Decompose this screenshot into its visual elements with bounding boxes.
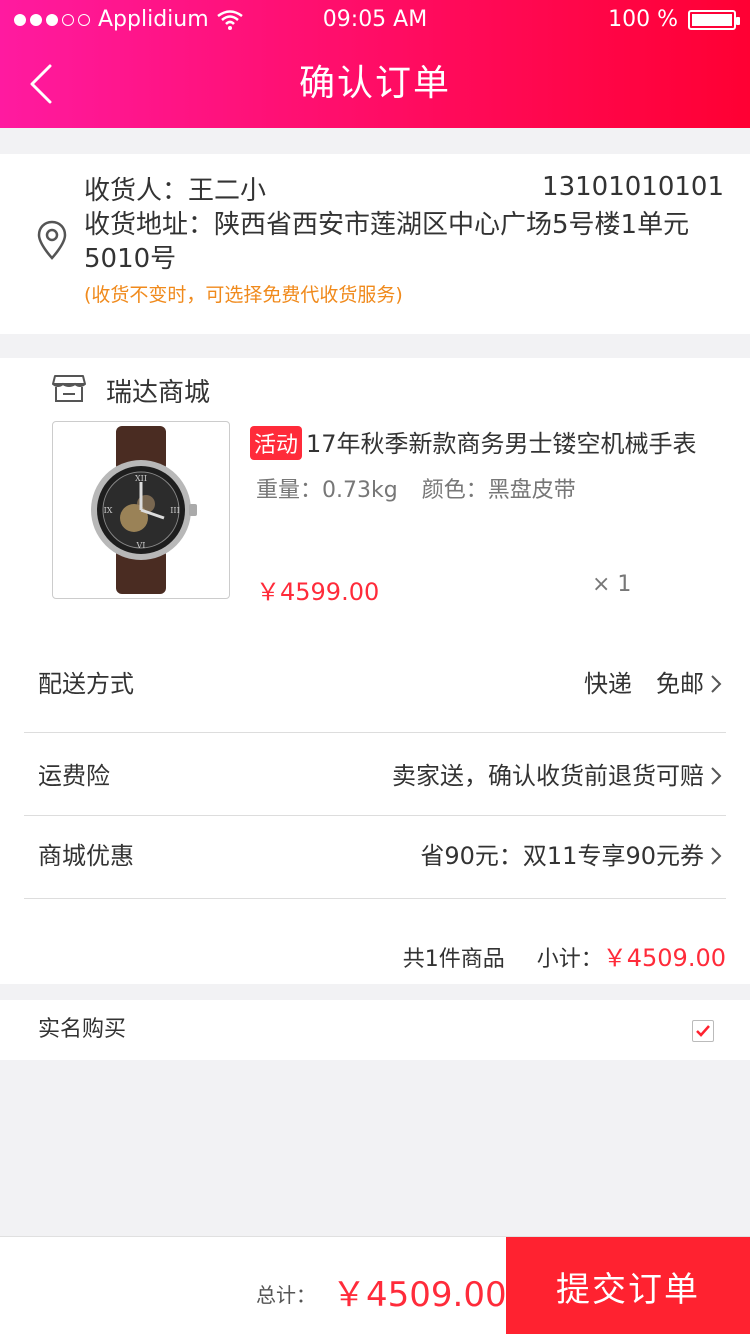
watch-icon: XII VI IX III — [91, 426, 197, 594]
discount-label: 商城优惠 — [38, 842, 134, 870]
product-color: 颜色：黑盘皮带 — [421, 478, 576, 503]
divider — [24, 898, 726, 899]
checkmark-icon — [696, 1025, 710, 1037]
row-store-discount[interactable]: 商城优惠 省90元：双11专享90元券 — [0, 826, 750, 886]
subtotal-amount: ￥4509.00 — [602, 944, 726, 972]
realname-label: 实名购买 — [38, 1017, 127, 1042]
product-price: ￥4599.00 — [256, 578, 380, 606]
delivery-value-text: 快递 免邮 — [584, 670, 704, 698]
product-quantity: × 1 — [592, 572, 632, 597]
svg-text:VI: VI — [136, 541, 146, 550]
receiver-address: 收货地址：陕西省西安市莲湖区中心广场5号楼1单元5010号 — [84, 210, 690, 274]
address-note: (收货不变时，可选择免费代收货服务) — [84, 284, 403, 306]
receiver-phone: 13101010101 — [542, 172, 724, 202]
battery-percent: 100 % — [608, 7, 678, 32]
promo-badge: 活动 — [250, 426, 303, 460]
delivery-label: 配送方式 — [38, 670, 134, 698]
total-label: 总计： — [256, 1283, 316, 1307]
product-spec: 重量：0.73kg 颜色：黑盘皮带 — [256, 472, 600, 504]
product-image[interactable]: XII VI IX III — [52, 421, 230, 599]
status-bar: Applidium 09:05 AM 100 % — [0, 0, 750, 40]
store-name[interactable]: 瑞达商城 — [106, 372, 210, 409]
chevron-right-icon — [711, 847, 722, 865]
discount-value-text: 省90元：双11专享90元券 — [420, 842, 704, 870]
subtotal-label: 小计： — [536, 947, 603, 972]
item-count: 共1件商品 — [402, 947, 505, 972]
insurance-value: 卖家送，确认收货前退货可赔 — [392, 746, 722, 806]
chevron-right-icon — [711, 767, 722, 785]
location-pin-icon — [37, 220, 67, 260]
row-shipping-insurance[interactable]: 运费险 卖家送，确认收货前退货可赔 — [0, 746, 750, 806]
chevron-right-icon — [711, 675, 722, 693]
realname-checkbox[interactable] — [692, 1020, 714, 1042]
product-weight: 重量：0.73kg — [256, 478, 398, 503]
realname-row[interactable]: 实名购买 — [0, 1000, 750, 1060]
divider — [24, 815, 726, 816]
bottom-bar: 总计： ￥4509.00 提交订单 — [0, 1236, 750, 1334]
product-title-text: 17年秋季新款商务男士镂空机械手表 — [306, 430, 697, 458]
insurance-label: 运费险 — [38, 762, 110, 790]
subtotal: 小计：￥4509.00 — [537, 938, 726, 973]
header: Applidium 09:05 AM 100 % 确认订单 — [0, 0, 750, 128]
discount-value: 省90元：双11专享90元券 — [420, 826, 722, 886]
page-title: 确认订单 — [298, 63, 451, 104]
insurance-value-text: 卖家送，确认收货前退货可赔 — [392, 762, 704, 790]
submit-order-button[interactable]: 提交订单 — [506, 1237, 750, 1334]
row-delivery[interactable]: 配送方式 快递 免邮 — [0, 654, 750, 714]
divider — [24, 732, 726, 733]
receiver-name: 收货人：王二小 — [84, 176, 267, 206]
delivery-value: 快递 免邮 — [584, 654, 722, 714]
svg-text:XII: XII — [135, 474, 147, 483]
status-right: 100 % — [608, 0, 740, 40]
total-amount: ￥4509.00 — [332, 1275, 507, 1315]
subtotal-line: 共1件商品 小计：￥4509.00 — [403, 938, 726, 973]
store-icon — [52, 375, 86, 402]
svg-text:III: III — [170, 506, 179, 515]
svg-text:IX: IX — [104, 506, 113, 515]
battery-icon — [688, 10, 740, 30]
product-title[interactable]: 活动 17年秋季新款商务男士镂空机械手表 — [250, 424, 740, 460]
